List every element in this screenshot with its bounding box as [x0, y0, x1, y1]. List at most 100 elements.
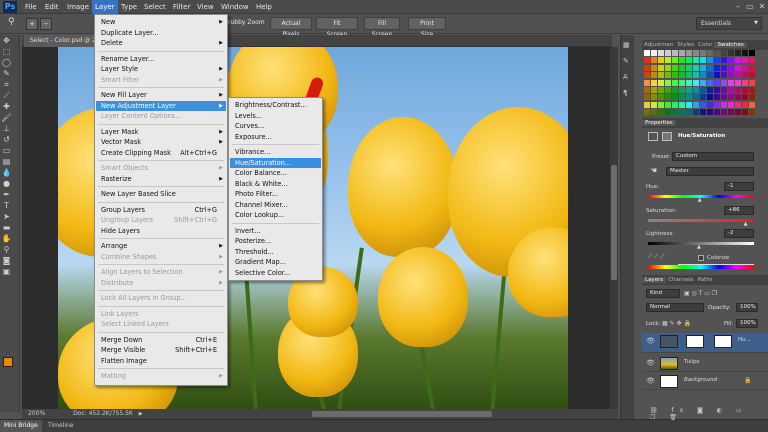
color-swatch[interactable]: [728, 64, 734, 71]
color-swatch[interactable]: [644, 101, 650, 108]
color-swatch[interactable]: [721, 101, 727, 108]
color-swatch[interactable]: [651, 79, 657, 86]
color-swatch[interactable]: [658, 57, 664, 64]
menu-item-link-layers[interactable]: Link Layers: [96, 309, 226, 320]
color-swatch[interactable]: [644, 79, 650, 86]
zoom-out-icon[interactable]: −: [40, 18, 52, 30]
color-swatch[interactable]: [742, 57, 748, 64]
color-swatch[interactable]: [679, 72, 685, 79]
submenu-item-color-lookup[interactable]: Color Lookup...: [230, 210, 321, 221]
color-swatch[interactable]: [686, 57, 692, 64]
menu-item-delete[interactable]: Delete ▶: [96, 38, 226, 49]
menu-item-hide-layers[interactable]: Hide Layers: [96, 226, 226, 237]
color-swatch[interactable]: [658, 79, 664, 86]
menu-image[interactable]: Image: [64, 0, 92, 14]
filter-kind-select[interactable]: Kind: [646, 289, 680, 298]
color-swatch[interactable]: [707, 57, 713, 64]
submenu-item-vibrance[interactable]: Vibrance...: [230, 147, 321, 158]
color-swatch[interactable]: [665, 72, 671, 79]
layer-row-hue-saturation[interactable]: 👁 Hu...: [642, 333, 768, 353]
submenu-item-exposure[interactable]: Exposure...: [230, 132, 321, 143]
menu-item-new-layer-based-slice[interactable]: New Layer Based Slice: [96, 189, 226, 200]
saturation-slider-thumb[interactable]: ▲: [744, 221, 748, 227]
color-swatch[interactable]: [714, 50, 720, 56]
color-swatch[interactable]: [735, 64, 741, 71]
tab-channels[interactable]: Channels: [666, 277, 695, 283]
blur-tool-icon[interactable]: 💧: [0, 167, 13, 178]
submenu-item-levels[interactable]: Levels...: [230, 111, 321, 122]
color-swatch[interactable]: [644, 50, 650, 56]
color-swatch[interactable]: [749, 64, 755, 71]
color-swatch[interactable]: [707, 79, 713, 86]
layer-mask-thumbnail[interactable]: [686, 335, 704, 348]
color-swatch[interactable]: [721, 50, 727, 56]
lightness-slider-thumb[interactable]: ▲: [697, 244, 701, 250]
color-swatch[interactable]: [679, 79, 685, 86]
color-swatch[interactable]: [707, 50, 713, 56]
color-swatch[interactable]: [651, 94, 657, 101]
tab-layers[interactable]: Layers: [642, 277, 667, 283]
workspace-select[interactable]: Essentials ▼: [696, 17, 762, 30]
menu-item-combine-shapes[interactable]: Combine Shapes ▶: [96, 252, 226, 263]
blend-mode-select[interactable]: Normal: [646, 303, 704, 312]
eyedropper-icons[interactable]: ⟋ ⟋ ⟋: [648, 253, 664, 261]
fit-screen-button[interactable]: Fit Screen: [316, 17, 358, 38]
submenu-item-brightness-contrast[interactable]: Brightness/Contrast...: [230, 100, 321, 111]
eyedropper-icon[interactable]: ⟋: [0, 90, 13, 101]
color-swatch[interactable]: [686, 87, 692, 93]
marquee-tool-icon[interactable]: ⬚: [0, 46, 13, 57]
color-swatch[interactable]: [679, 109, 685, 116]
menu-file[interactable]: File: [22, 0, 40, 14]
color-swatch[interactable]: [742, 64, 748, 71]
menu-item-merge-down[interactable]: Merge Down Ctrl+E: [96, 335, 226, 346]
color-swatch[interactable]: [693, 64, 699, 71]
color-swatch[interactable]: [672, 57, 678, 64]
color-swatch[interactable]: [679, 101, 685, 108]
color-swatch[interactable]: [714, 72, 720, 79]
submenu-item-threshold[interactable]: Threshold...: [230, 247, 321, 258]
color-swatch[interactable]: [735, 72, 741, 79]
tab-timeline[interactable]: Timeline: [44, 420, 78, 432]
tab-mini-bridge[interactable]: Mini Bridge: [0, 420, 42, 432]
preset-select[interactable]: Custom: [672, 152, 754, 161]
menu-item-smart-filter[interactable]: Smart Filter ▶: [96, 75, 226, 86]
layer-row-tulips[interactable]: 👁 Tulips: [642, 355, 768, 372]
menu-item-flatten-image[interactable]: Flatten Image: [96, 356, 226, 367]
color-swatch[interactable]: [721, 87, 727, 93]
color-swatch[interactable]: [651, 109, 657, 116]
color-swatch[interactable]: [742, 72, 748, 79]
tab-paths[interactable]: Paths: [696, 277, 715, 283]
actual-pixels-button[interactable]: Actual Pixels: [270, 17, 312, 38]
color-swatch[interactable]: [693, 79, 699, 86]
menu-item-rename-layer[interactable]: Rename Layer...: [96, 54, 226, 65]
color-swatch[interactable]: [700, 101, 706, 108]
menu-item-new-fill-layer[interactable]: New Fill Layer ▶: [96, 90, 226, 101]
character-panel-icon[interactable]: A: [623, 73, 632, 82]
menu-item-new[interactable]: New ▶: [96, 17, 226, 28]
hue-input[interactable]: -1: [724, 182, 754, 191]
color-swatch[interactable]: [714, 94, 720, 101]
quick-mask-icon[interactable]: ◙: [0, 255, 13, 266]
clone-stamp-icon[interactable]: ⊥: [0, 123, 13, 134]
color-swatch[interactable]: [742, 50, 748, 56]
menu-item-rasterize[interactable]: Rasterize ▶: [96, 174, 226, 185]
color-swatch[interactable]: [679, 94, 685, 101]
submenu-item-gradient-map[interactable]: Gradient Map...: [230, 257, 321, 268]
brush-panel-icon[interactable]: ✎: [623, 57, 632, 66]
color-swatch[interactable]: [644, 57, 650, 64]
menu-item-layer-style[interactable]: Layer Style ▶: [96, 64, 226, 75]
color-swatch[interactable]: [707, 94, 713, 101]
zoom-in-icon[interactable]: +: [26, 18, 38, 30]
menu-select[interactable]: Select: [141, 0, 169, 14]
color-swatch[interactable]: [700, 72, 706, 79]
layer-name[interactable]: Tulips: [684, 359, 699, 365]
color-swatch[interactable]: [714, 64, 720, 71]
color-swatch[interactable]: [714, 57, 720, 64]
menu-item-group-layers[interactable]: Group Layers Ctrl+G: [96, 205, 226, 216]
color-swatch[interactable]: [742, 109, 748, 116]
color-swatch[interactable]: [700, 57, 706, 64]
color-swatch[interactable]: [672, 50, 678, 56]
vertical-scroll-thumb[interactable]: [611, 165, 617, 280]
menu-item-smart-objects[interactable]: Smart Objects ▶: [96, 163, 226, 174]
color-swatch[interactable]: [707, 87, 713, 93]
